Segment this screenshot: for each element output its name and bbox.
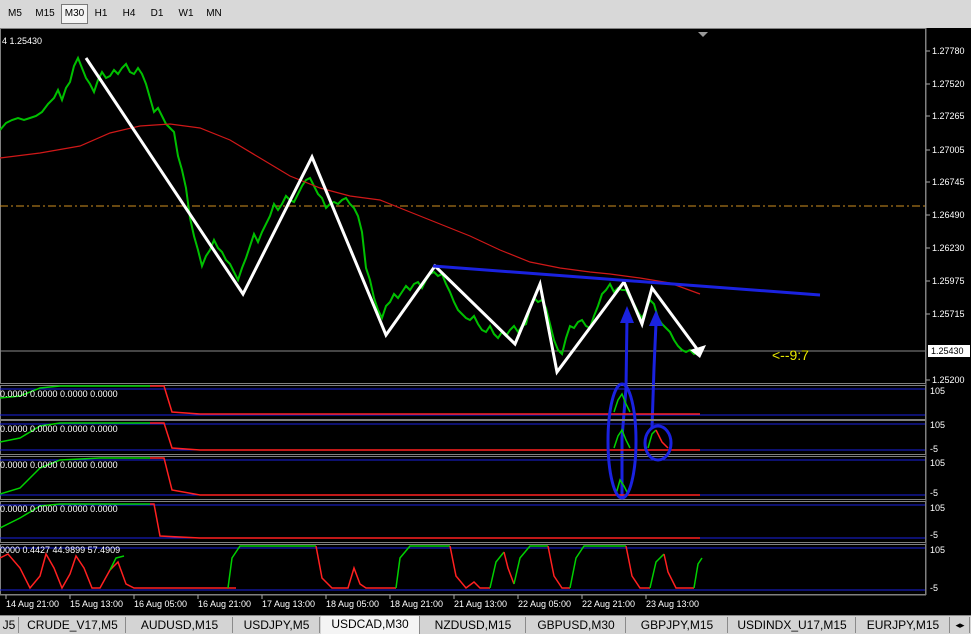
indicator-1-values: 0.0000 0.0000 0.0000 0.0000	[0, 389, 118, 399]
time-label: 18 Aug 05:00	[326, 599, 379, 609]
indicator-4-values: 0.0000 0.0000 0.0000 0.0000	[0, 504, 118, 514]
chart-header-label: 4 1.25430	[2, 36, 42, 46]
price-label: 1.26230	[932, 243, 965, 253]
symbol-tab[interactable]: AUDUSD,M15	[127, 617, 233, 633]
timeframe-button-h4[interactable]: H4	[117, 5, 141, 23]
time-label: 15 Aug 13:00	[70, 599, 123, 609]
timeframe-button-d1[interactable]: D1	[145, 5, 169, 23]
indicator-3-scale-top: 105	[930, 458, 945, 468]
indicator-3-scale-bottom: -5	[930, 488, 938, 498]
indicator-5-scale-bottom: -5	[930, 583, 938, 593]
indicator-1-scale-top: 105	[930, 386, 945, 396]
timeframe-button-w1[interactable]: W1	[173, 5, 199, 23]
indicator-4-scale-bottom: -5	[930, 530, 938, 540]
symbol-tab-bar: J5 CRUDE_V17,M5 AUDUSD,M15 USDJPY,M5 USD…	[0, 615, 971, 634]
chart-area[interactable]: 4 1.25430 1.27780 1.27520 1.27265 1.2700…	[0, 28, 971, 615]
price-label: 1.26745	[932, 177, 965, 187]
price-label: 1.25200	[932, 375, 965, 385]
symbol-tab[interactable]: NZDUSD,M15	[421, 617, 526, 633]
price-label: 1.25975	[932, 276, 965, 286]
time-label: 22 Aug 05:00	[518, 599, 571, 609]
tab-scroll-arrows-icon[interactable]: ◂▸	[951, 617, 970, 633]
time-label: 16 Aug 21:00	[198, 599, 251, 609]
indicator-4-scale-top: 105	[930, 503, 945, 513]
time-label: 18 Aug 21:00	[390, 599, 443, 609]
timeframe-button-m30[interactable]: M30	[61, 4, 88, 24]
chart-background	[0, 28, 971, 615]
timeframe-button-m15[interactable]: M15	[31, 5, 59, 23]
timeframe-button-h1[interactable]: H1	[89, 5, 113, 23]
price-label: 1.27005	[932, 145, 965, 155]
price-label: 1.27265	[932, 111, 965, 121]
time-label: 23 Aug 13:00	[646, 599, 699, 609]
timeframe-toolbar: M5 M15 M30 H1 H4 D1 W1 MN	[0, 0, 971, 29]
indicator-3-values: 0.0000 0.0000 0.0000 0.0000	[0, 460, 118, 470]
time-label: 21 Aug 13:00	[454, 599, 507, 609]
time-label: 14 Aug 21:00	[6, 599, 59, 609]
indicator-2-values: 0.0000 0.0000 0.0000 0.0000	[0, 424, 118, 434]
timeframe-button-m5[interactable]: M5	[3, 5, 27, 23]
current-price-text: 1.25430	[931, 346, 964, 356]
symbol-tab[interactable]: GBPJPY,M15	[627, 617, 728, 633]
price-label: 1.27520	[932, 79, 965, 89]
time-label: 16 Aug 05:00	[134, 599, 187, 609]
symbol-tab[interactable]: CRUDE_V17,M5	[20, 617, 126, 633]
symbol-tab[interactable]: EURJPY,M15	[857, 617, 950, 633]
symbol-tab[interactable]: USDJPY,M5	[234, 617, 320, 633]
time-label: 17 Aug 13:00	[262, 599, 315, 609]
symbol-tab[interactable]: GBPUSD,M30	[527, 617, 626, 633]
indicator-5-scale-top: 105	[930, 545, 945, 555]
chart-canvas[interactable]: 4 1.25430 1.27780 1.27520 1.27265 1.2700…	[0, 28, 971, 615]
price-label: 1.27780	[932, 46, 965, 56]
symbol-tab[interactable]: USDINDX_U17,M15	[729, 617, 856, 633]
timeframe-button-mn[interactable]: MN	[201, 5, 227, 23]
price-label: 1.25715	[932, 309, 965, 319]
time-label: 22 Aug 21:00	[582, 599, 635, 609]
symbol-tab-active[interactable]: USDCAD,M30	[321, 616, 420, 634]
indicator-2-scale-top: 105	[930, 420, 945, 430]
price-label: 1.26490	[932, 210, 965, 220]
indicator-5-values: 0000 0.4427 44.9899 57.4909	[0, 545, 120, 555]
indicator-2-scale-bottom: -5	[930, 444, 938, 454]
ratio-annotation: <--9:7	[772, 347, 809, 363]
symbol-tab[interactable]: J5	[0, 617, 19, 633]
